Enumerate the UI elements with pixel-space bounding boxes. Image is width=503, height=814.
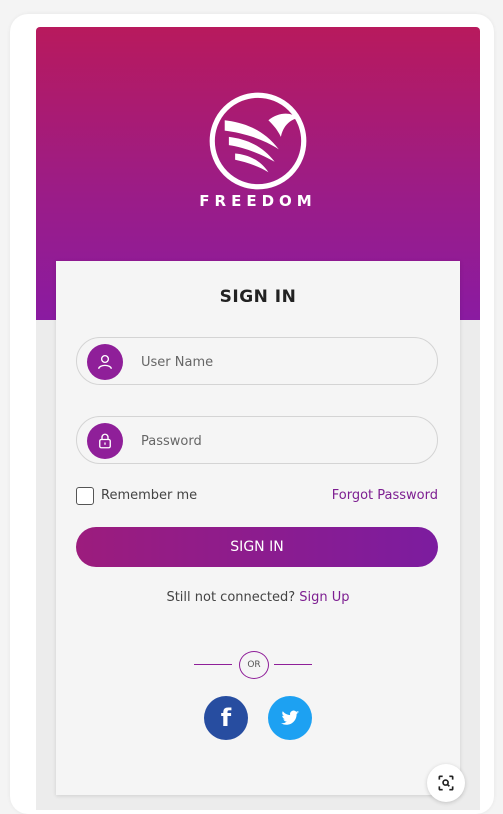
bird-swoosh-logo-icon xyxy=(209,92,307,190)
brand-name: FREEDOM xyxy=(199,192,317,210)
or-badge: OR xyxy=(239,651,269,679)
user-icon xyxy=(87,344,123,380)
signin-panel: SIGN IN Remember me xyxy=(56,261,460,795)
password-input[interactable] xyxy=(139,429,423,453)
twitter-button[interactable] xyxy=(268,696,312,740)
login-frame: FREEDOM SIGN IN User Name Remember me Fo… xyxy=(36,27,480,810)
or-line-right xyxy=(274,664,312,665)
lens-search-icon xyxy=(438,775,454,791)
forgot-password-link[interactable]: Forgot Password xyxy=(332,488,438,503)
username-input[interactable] xyxy=(139,350,423,374)
signin-button[interactable]: SIGN IN xyxy=(76,527,438,567)
facebook-icon: f xyxy=(220,704,232,732)
twitter-bird-icon xyxy=(280,710,300,725)
or-line-left xyxy=(194,664,232,665)
remember-checkbox[interactable] xyxy=(76,487,94,505)
password-field-wrap xyxy=(76,416,438,464)
signup-prompt-text: Still not connected? xyxy=(166,590,296,605)
signup-prompt: Still not connected? Sign Up xyxy=(56,590,460,605)
remember-label[interactable]: Remember me xyxy=(101,488,197,503)
facebook-button[interactable]: f xyxy=(204,696,248,740)
remember-row: Remember me Forgot Password xyxy=(76,486,438,508)
signup-link[interactable]: Sign Up xyxy=(299,590,349,605)
username-field-wrap xyxy=(76,337,438,385)
lock-icon xyxy=(87,423,123,459)
or-divider: OR xyxy=(194,651,320,679)
visual-search-button[interactable] xyxy=(427,764,465,802)
signin-title: SIGN IN xyxy=(219,287,297,307)
